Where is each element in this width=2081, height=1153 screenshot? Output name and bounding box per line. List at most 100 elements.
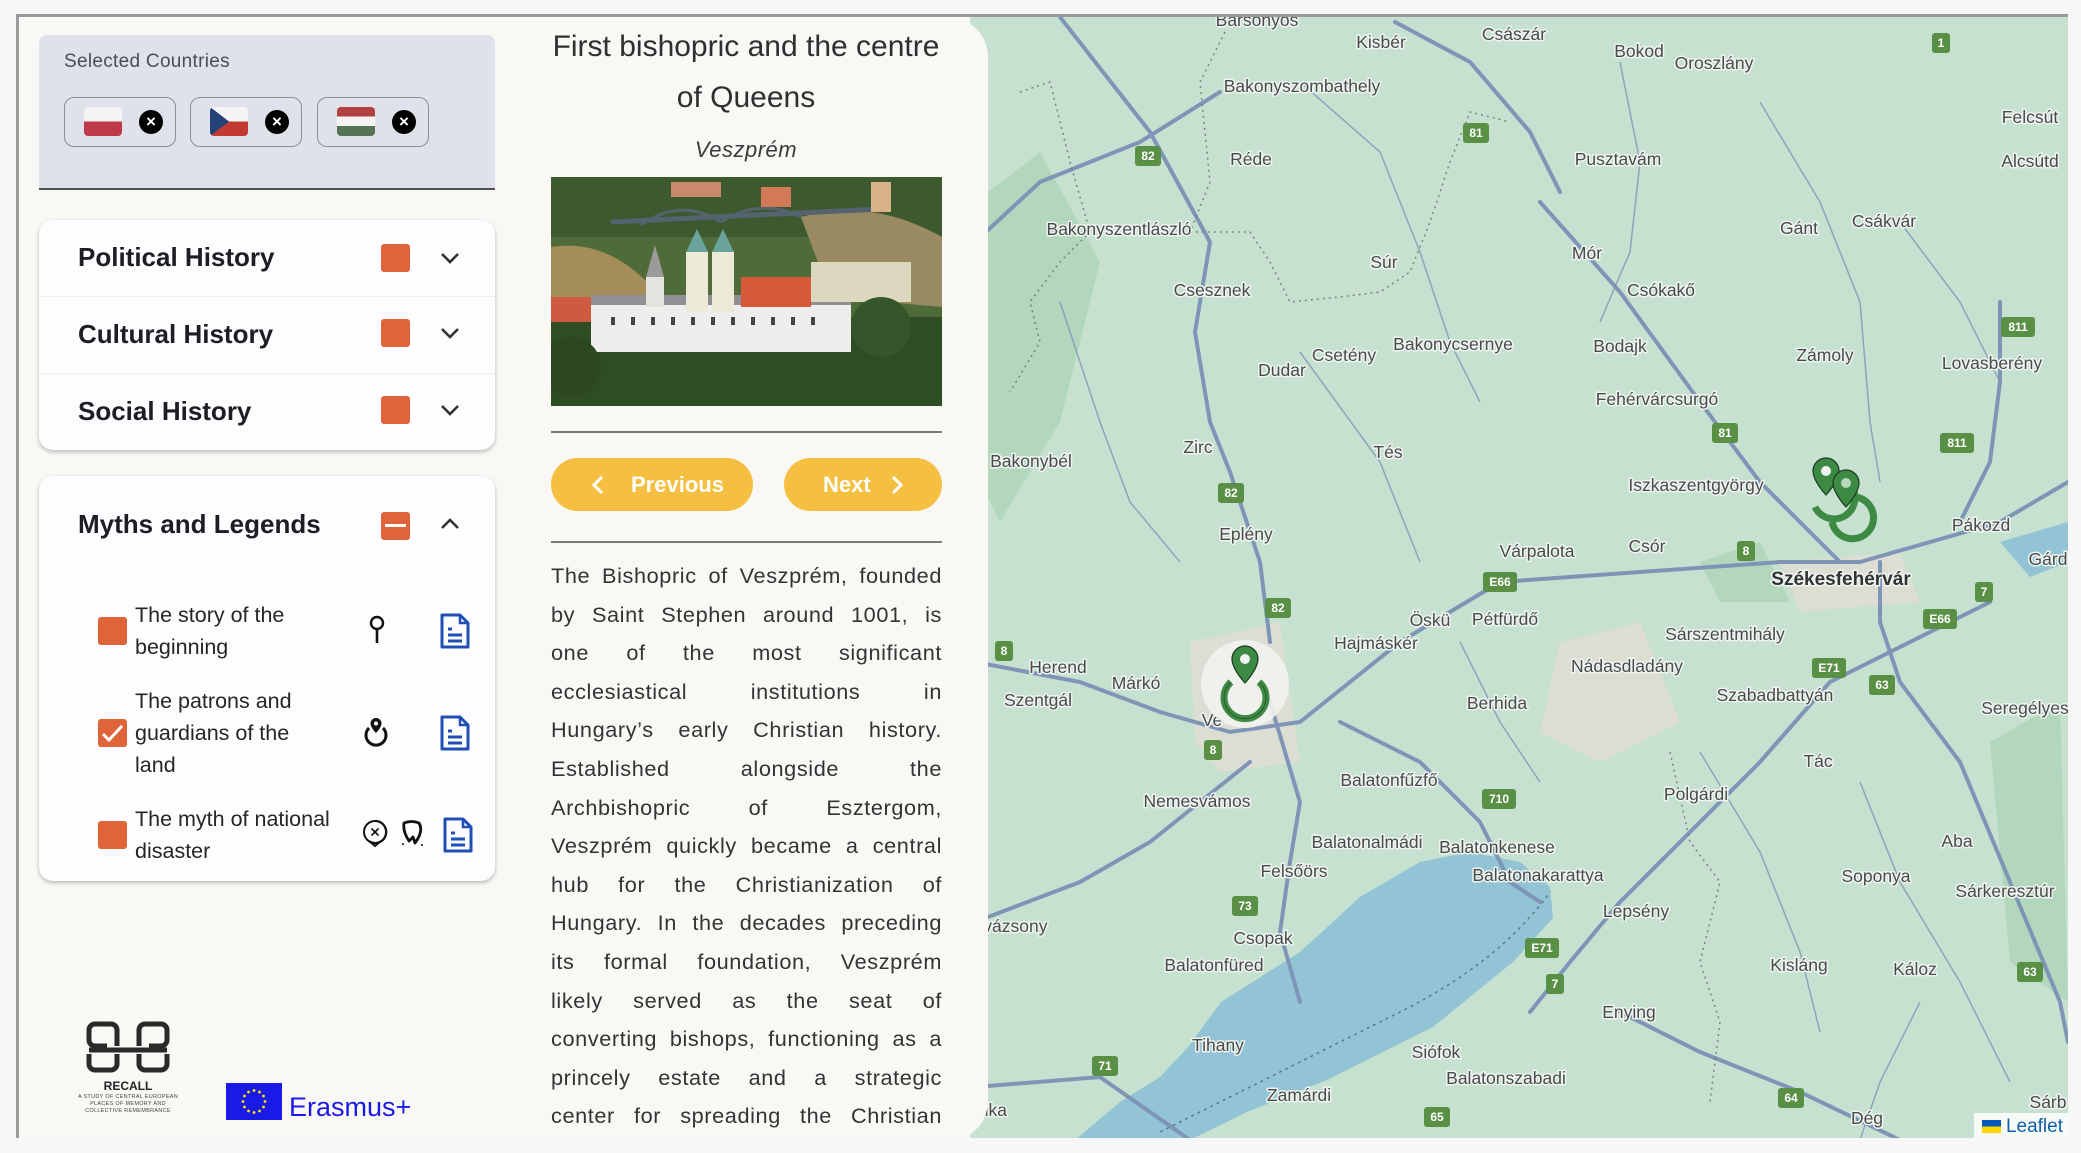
map-place-label: Soponya bbox=[1841, 866, 1910, 886]
filter-panel: Selected Countries × × × Political Histo… bbox=[19, 17, 519, 1138]
road-shield: 82 bbox=[1265, 598, 1291, 618]
myth-label: The patrons and guardians of the land bbox=[135, 689, 292, 777]
map-place-label: Berhida bbox=[1467, 693, 1528, 713]
category-social-history[interactable]: Social History bbox=[39, 374, 495, 450]
czech-flag-icon bbox=[210, 107, 248, 136]
map-place-label: Márkó bbox=[1112, 673, 1161, 693]
road-shield: 81 bbox=[1463, 123, 1489, 143]
myth-checkbox[interactable] bbox=[98, 821, 127, 849]
chevron-down-icon[interactable] bbox=[439, 247, 461, 269]
road-shield-label: 81 bbox=[1469, 126, 1483, 140]
previous-button[interactable]: Previous bbox=[551, 458, 753, 511]
divider bbox=[551, 431, 942, 433]
map-place-label: Várpalota bbox=[1500, 541, 1575, 561]
road-shield-label: 7 bbox=[1552, 977, 1559, 991]
document-icon[interactable] bbox=[439, 714, 471, 752]
category-label: Political History bbox=[78, 242, 275, 272]
road-shield-label: 82 bbox=[1141, 149, 1155, 163]
road-shield-label: 71 bbox=[1098, 1059, 1112, 1073]
map-place-label: Polgárdi bbox=[1664, 784, 1728, 804]
detail-description: The Bishopric of Veszprém, founded by Sai… bbox=[551, 557, 942, 1136]
road-shield-label: 8 bbox=[1001, 644, 1008, 658]
map-place-label: Balatonszabadi bbox=[1446, 1068, 1566, 1088]
country-chip-poland[interactable]: × bbox=[64, 97, 176, 147]
category-checkbox[interactable] bbox=[381, 319, 410, 347]
close-circle-icon[interactable]: × bbox=[265, 110, 289, 134]
myths-header[interactable]: Myths and Legends bbox=[39, 476, 495, 566]
chevron-up-icon[interactable] bbox=[439, 513, 461, 535]
previous-label: Previous bbox=[631, 472, 724, 497]
myths-checkbox-indeterminate[interactable] bbox=[381, 512, 410, 540]
road-shield-label: 82 bbox=[1271, 601, 1285, 615]
myths-and-legends-section: Myths and Legends The story of the begin… bbox=[39, 476, 495, 881]
detail-place: Veszprém bbox=[694, 137, 798, 162]
road-shield: 81 bbox=[1712, 423, 1738, 443]
road-shield-label: E66 bbox=[1489, 575, 1511, 589]
category-political-history[interactable]: Political History bbox=[39, 220, 495, 297]
map-canvas[interactable]: Barsonyos Kisbér Császár Bokod Oroszlány Felc… bbox=[968, 17, 2068, 1138]
map-place-label: Balatonakarattya bbox=[1472, 865, 1604, 885]
chevron-down-icon[interactable] bbox=[439, 322, 461, 344]
map-place-label: Enying bbox=[1602, 1002, 1656, 1022]
myth-checkbox[interactable] bbox=[98, 617, 127, 645]
map-place-label: Tés bbox=[1373, 442, 1402, 462]
map-place-label: Oroszlány bbox=[1675, 53, 1754, 73]
close-circle-icon[interactable]: × bbox=[139, 110, 163, 134]
myth-label: The myth of national disaster bbox=[135, 807, 330, 863]
map-place-label: Bokod bbox=[1614, 41, 1664, 61]
map-pin-circle-icon bbox=[364, 718, 388, 747]
map-place-label: Siófok bbox=[1412, 1042, 1461, 1062]
map-place-label: Tihany bbox=[1192, 1035, 1244, 1055]
chevron-left-icon bbox=[591, 475, 604, 495]
road-shield-label: 63 bbox=[1875, 678, 1889, 692]
category-label: Cultural History bbox=[78, 319, 274, 349]
country-chip-czech[interactable]: × bbox=[190, 97, 302, 147]
map-place-label: Pusztavám bbox=[1575, 149, 1662, 169]
description-line: likely served as the seat of bbox=[551, 987, 942, 1013]
map-place-label: Szabadbattyán bbox=[1717, 685, 1834, 705]
road-shield: 1 bbox=[1932, 33, 1950, 53]
map[interactable]: Barsonyos Kisbér Császár Bokod Oroszlány Felc… bbox=[968, 17, 2068, 1138]
road-shield-label: E71 bbox=[1531, 941, 1553, 955]
category-cultural-history[interactable]: Cultural History bbox=[39, 297, 495, 374]
map-place-label: Felcsút bbox=[2002, 107, 2059, 127]
map-place-label: Öskü bbox=[1410, 610, 1451, 630]
road-shield: E71 bbox=[1525, 938, 1559, 958]
description-line: Archbishopric of Esztergom, bbox=[551, 794, 942, 820]
detail-title: First bishopric and the centre of Queens bbox=[552, 30, 940, 114]
road-shield-label: 710 bbox=[1489, 792, 1509, 806]
description-line: Veszprém quickly became a central bbox=[551, 833, 942, 859]
category-checkbox[interactable] bbox=[381, 396, 410, 424]
map-place-label: Sárszentmihály bbox=[1665, 624, 1785, 644]
myths-label: Myths and Legends bbox=[78, 509, 321, 539]
detail-panel: First bishopric and the centre of Queens… bbox=[518, 17, 988, 1138]
map-marker-veszprem[interactable] bbox=[1201, 640, 1289, 728]
road-shield: E66 bbox=[1923, 609, 1957, 629]
map-place-label: Nemesvámos bbox=[1144, 791, 1251, 811]
document-icon[interactable] bbox=[439, 612, 471, 650]
description-line: hub for the Christianization of bbox=[551, 871, 942, 897]
description-line: The Bishopric of Veszprém, founded bbox=[551, 563, 942, 588]
myth-checkbox-checked[interactable] bbox=[98, 719, 127, 747]
pin-icon bbox=[369, 615, 385, 643]
map-place-label: Csetény bbox=[1312, 345, 1376, 365]
description-line: its formal foundation, Veszprém bbox=[551, 948, 942, 974]
leaflet-attribution[interactable]: Leaflet bbox=[1973, 1113, 2068, 1138]
road-shield-label: 64 bbox=[1784, 1091, 1798, 1105]
map-place-label: Súr bbox=[1370, 252, 1397, 272]
category-checkbox[interactable] bbox=[381, 244, 410, 272]
road-shield: 710 bbox=[1482, 789, 1516, 809]
country-chip-hungary[interactable]: × bbox=[317, 97, 429, 147]
chevron-down-icon[interactable] bbox=[439, 399, 461, 421]
map-marker-cluster-szekesfehervar[interactable] bbox=[1811, 457, 1878, 543]
map-place-label: Bakonycsernye bbox=[1393, 334, 1513, 354]
road-shield: 8 bbox=[1737, 541, 1755, 561]
document-icon[interactable] bbox=[442, 816, 474, 854]
map-place-label: Csór bbox=[1629, 536, 1666, 556]
map-place-label: Seregélyes bbox=[1981, 698, 2068, 718]
map-place-label: Felsőörs bbox=[1260, 861, 1327, 881]
leaflet-link[interactable]: Leaflet bbox=[2006, 1116, 2063, 1137]
map-place-label: Réde bbox=[1230, 149, 1272, 169]
close-circle-icon[interactable]: × bbox=[392, 110, 416, 134]
next-button[interactable]: Next bbox=[784, 458, 942, 511]
